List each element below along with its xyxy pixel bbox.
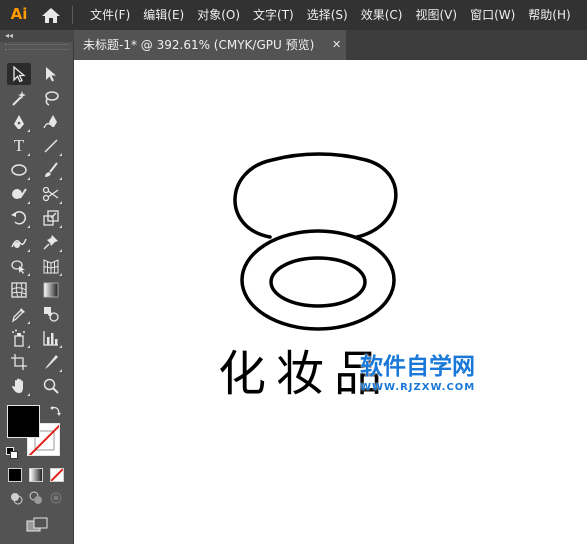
menu-view[interactable]: 视图(V) [415,0,463,30]
none-mode-button[interactable] [50,468,64,482]
menu-type[interactable]: 文字(T) [253,0,300,30]
document-tab-bar: 未标题-1* @ 392.61% (CMYK/GPU 预览) ✕ [74,30,587,60]
type-icon: T [13,136,25,155]
inner-ring [269,256,367,308]
artboard-tool[interactable] [7,351,31,373]
menu-divider [72,6,73,24]
white-arrow-icon [46,67,56,82]
perspective-grid-tool[interactable] [39,255,63,277]
brush-icon [45,162,58,177]
menu-select[interactable]: 选择(S) [307,0,354,30]
zoom-icon [43,378,59,394]
app-logo: Ai [10,5,28,23]
warp-icon [11,238,27,248]
draw-behind-icon[interactable] [28,490,44,506]
menu-edit[interactable]: 编辑(E) [143,0,190,30]
curvature-icon [43,115,57,129]
perspective-icon [43,259,59,274]
shaper-icon [12,188,27,199]
warp-tool[interactable] [7,231,31,253]
artboard-icon [11,354,27,370]
pen-tool[interactable] [7,111,31,133]
home-icon[interactable] [40,6,62,24]
menu-bar: Ai 文件(F) 编辑(E) 对象(O) 文字(T) 选择(S) 效果(C) 视… [0,0,587,30]
zoom-tool[interactable] [39,375,63,397]
slice-icon [45,355,58,369]
tools-panel: ◂◂ T [0,30,74,544]
rotate-icon [11,211,27,225]
fill-swatch[interactable] [7,405,40,438]
curvature-tool[interactable] [39,111,63,133]
document-tab-title: 未标题-1* @ 392.61% (CMYK/GPU 预览) [83,38,315,52]
menu-object[interactable]: 对象(O) [197,0,246,30]
magic-wand-tool[interactable] [7,87,31,109]
puppet-warp-tool[interactable] [39,231,63,253]
watermark: 软件自学网 WWW.RJZXW.COM [360,354,476,394]
shaper-tool[interactable] [7,183,31,205]
gradient-icon [43,282,59,298]
panel-header: ◂◂ [0,30,74,42]
menu-file[interactable]: 文件(F) [90,0,136,30]
ellipse-icon [11,164,27,176]
pen-icon [14,115,24,129]
swap-fill-stroke-icon[interactable] [49,403,63,417]
type-tool[interactable]: T [7,135,31,157]
eyedropper-icon [11,308,25,323]
pin-icon [43,235,58,250]
hand-tool[interactable] [7,375,31,397]
scissors-icon [42,186,59,202]
top-loop-path [233,152,398,239]
scissors-tool[interactable] [39,183,63,205]
slice-tool[interactable] [39,351,63,373]
draw-inside-icon[interactable] [48,490,64,506]
spray-icon [12,329,25,347]
gradient-tool[interactable] [39,279,63,301]
shape-builder-tool[interactable] [7,255,31,277]
shape-builder-icon [11,260,25,274]
menu-window[interactable]: 窗口(W) [470,0,521,30]
mesh-tool[interactable] [7,279,31,301]
ellipse-tool[interactable] [7,159,31,181]
menu-effect[interactable]: 效果(C) [361,0,409,30]
column-graph-tool[interactable] [39,327,63,349]
default-colors-icon[interactable] [6,444,18,459]
scale-tool[interactable] [39,207,63,229]
panel-grip[interactable] [5,44,69,50]
watermark-title: 软件自学网 [360,354,475,380]
paintbrush-tool[interactable] [39,159,63,181]
color-mode-button[interactable] [8,468,22,482]
selection-tool[interactable] [7,63,31,85]
line-segment-tool[interactable] [39,135,63,157]
blend-icon [44,307,59,322]
lasso-tool[interactable] [39,87,63,109]
rotate-tool[interactable] [7,207,31,229]
close-icon[interactable]: ✕ [332,30,346,60]
menu-help[interactable]: 帮助(H) [528,0,576,30]
outer-ring [240,229,396,331]
hand-icon [12,378,23,393]
magic-wand-icon [12,91,26,106]
scale-icon [43,210,59,226]
screen-mode-icon[interactable] [26,517,48,533]
document-tab[interactable]: 未标题-1* @ 392.61% (CMYK/GPU 预览) ✕ [74,30,346,60]
eyedropper-tool[interactable] [7,303,31,325]
artboard-canvas[interactable]: 化妆品 软件自学网 WWW.RJZXW.COM [74,60,587,544]
line-icon [44,139,58,153]
blend-tool[interactable] [39,303,63,325]
collapse-panel-icon[interactable]: ◂◂ [5,31,13,41]
symbol-sprayer-tool[interactable] [7,327,31,349]
bar-graph-icon [43,331,58,346]
lasso-icon [45,91,59,106]
draw-normal-icon[interactable] [8,490,24,506]
mesh-icon [11,282,27,298]
watermark-url: WWW.RJZXW.COM [360,382,476,393]
menu-items: 文件(F) 编辑(E) 对象(O) 文字(T) 选择(S) 效果(C) 视图(V… [90,0,577,30]
artwork-graphic[interactable] [74,60,587,544]
direct-selection-tool[interactable] [39,63,63,85]
black-arrow-icon [13,65,26,83]
gradient-mode-button[interactable] [29,468,43,482]
